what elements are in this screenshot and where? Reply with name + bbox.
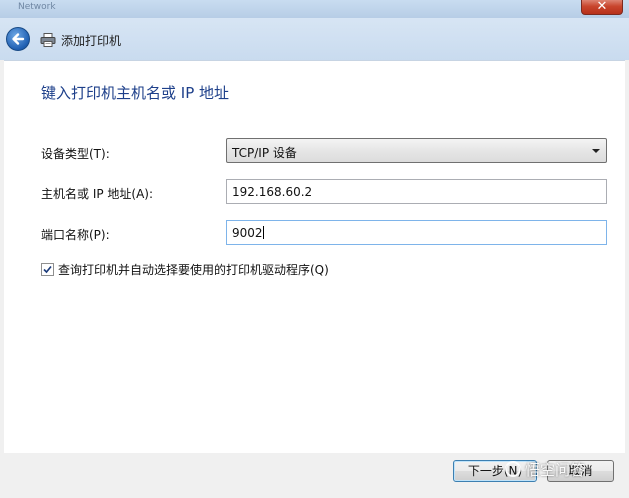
close-button[interactable]: ✕ — [581, 0, 623, 15]
title-bar: Network ✕ — [0, 0, 629, 18]
device-type-select[interactable]: TCP/IP 设备 — [226, 138, 607, 163]
host-value: 192.168.60.2 — [232, 185, 313, 199]
watermark-text: 悟空问答 — [525, 461, 586, 479]
back-button[interactable] — [6, 27, 30, 51]
chevron-down-icon — [592, 149, 600, 153]
page-heading: 键入打印机主机名或 IP 地址 — [41, 84, 230, 102]
printer-icon — [40, 33, 56, 47]
host-label: 主机名或 IP 地址(A): — [41, 187, 154, 201]
auto-driver-option[interactable]: 查询打印机并自动选择要使用的打印机驱动程序(Q) — [41, 261, 329, 278]
window-title: Network — [18, 2, 56, 12]
add-printer-window: Network ✕ 添加打印机 键入打印机主机名或 IP 地址 设备类型(T):… — [0, 0, 629, 498]
port-label: 端口名称(P): — [41, 228, 110, 242]
checkmark-icon — [43, 265, 52, 274]
main-content: 键入打印机主机名或 IP 地址 设备类型(T): TCP/IP 设备 主机名或 … — [4, 60, 625, 453]
port-input[interactable]: 9002 — [226, 220, 607, 245]
port-value: 9002 — [232, 226, 263, 240]
device-type-label: 设备类型(T): — [41, 147, 110, 161]
watermark-logo-icon — [505, 461, 521, 477]
auto-driver-checkbox[interactable] — [41, 263, 54, 276]
host-input[interactable]: 192.168.60.2 — [226, 179, 607, 204]
footer-bar: 下一步(N) 取消 悟空问答 — [0, 453, 629, 498]
auto-driver-label: 查询打印机并自动选择要使用的打印机驱动程序(Q) — [58, 263, 329, 277]
text-caret — [262, 226, 264, 239]
watermark: 悟空问答 — [505, 459, 585, 480]
nav-title: 添加打印机 — [61, 34, 122, 48]
back-arrow-icon — [12, 33, 25, 45]
device-type-value: TCP/IP 设备 — [232, 146, 297, 160]
navigation-bar: 添加打印机 — [0, 18, 629, 60]
